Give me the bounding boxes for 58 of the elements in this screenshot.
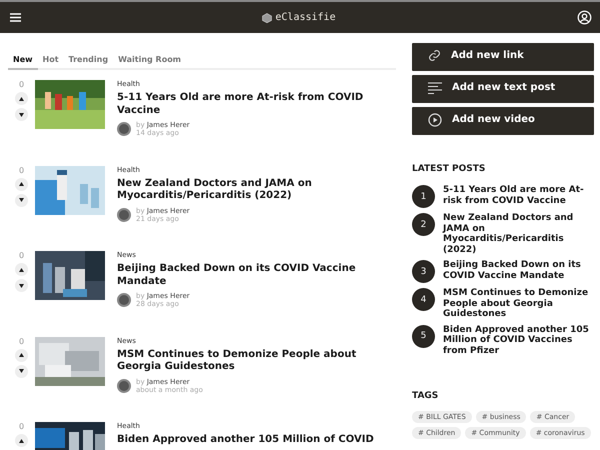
section-title: TAGS xyxy=(412,391,440,401)
site-logo[interactable]: eClassifie xyxy=(275,12,336,23)
upvote-button[interactable] xyxy=(15,263,28,276)
rank-number: 4 xyxy=(412,288,435,311)
add-post-button[interactable]: Add new text post xyxy=(412,75,594,103)
caret-up-icon xyxy=(19,96,24,100)
latest-post-link[interactable]: Biden Approved another 105 Million of COVID Vaccines from Pfizer xyxy=(443,324,594,356)
vote-count: 0 xyxy=(18,166,24,174)
user-icon[interactable] xyxy=(577,10,592,25)
vote-count: 0 xyxy=(18,336,24,346)
tab[interactable]: Waiting Room xyxy=(113,50,186,70)
vote-count: 0 xyxy=(18,422,24,431)
vote-count: 0 xyxy=(18,80,24,89)
caret-up-icon xyxy=(19,438,24,442)
menu-icon[interactable] xyxy=(10,13,21,22)
rank-number: 1 xyxy=(412,185,435,208)
caret-up-icon xyxy=(19,182,24,186)
rank-number: 5 xyxy=(412,324,435,348)
post-title[interactable]: MSM Continues to Demonize People about Georgia Guidestones xyxy=(117,348,389,374)
add-post-button[interactable]: Add new video xyxy=(412,107,594,135)
tab[interactable]: Hot xyxy=(38,50,64,70)
caret-down-icon xyxy=(19,284,24,288)
post-title[interactable]: Beijing Backed Down on its COVID Vaccine Mandate xyxy=(117,263,389,288)
downvote-button[interactable] xyxy=(15,364,28,378)
downvote-button[interactable] xyxy=(15,194,28,206)
latest-post-link[interactable]: Beijing Backed Down on its COVID Vaccine Mandate xyxy=(443,260,594,281)
caret-down-icon xyxy=(19,369,24,373)
link-icon xyxy=(428,49,441,62)
author-avatar xyxy=(117,378,131,392)
upvote-button[interactable] xyxy=(15,92,28,105)
cube-icon xyxy=(262,12,272,22)
post-title[interactable]: 5-11 Years Old are more At-risk from COVID Vaccine xyxy=(117,92,389,117)
caret-down-icon xyxy=(19,112,24,116)
downvote-button[interactable] xyxy=(15,279,28,292)
tab[interactable]: New xyxy=(8,50,38,70)
caret-up-icon xyxy=(19,268,24,272)
downvote-button[interactable] xyxy=(15,108,28,121)
latest-post-link[interactable]: MSM Continues to Demonize People about Georgia Guidestones xyxy=(443,288,594,320)
latest-post-link[interactable]: New Zealand Doctors and JAMA on Myocarditis/Pericarditis (2022) xyxy=(443,213,594,255)
post-title[interactable]: New Zealand Doctors and JAMA on Myocarditis/Pericarditis (2022) xyxy=(117,178,389,202)
author-avatar xyxy=(117,122,131,136)
tab[interactable]: Trending xyxy=(64,50,114,70)
play-icon xyxy=(428,112,442,126)
upvote-button[interactable] xyxy=(15,348,28,362)
vote-count: 0 xyxy=(18,251,24,260)
rank-number: 3 xyxy=(412,260,435,283)
text-lines-icon xyxy=(428,82,442,94)
author-avatar xyxy=(117,208,131,222)
upvote-button[interactable] xyxy=(15,434,28,447)
rank-number: 2 xyxy=(412,213,435,236)
author-avatar xyxy=(117,293,131,307)
latest-post-link[interactable]: 5-11 Years Old are more At-risk from COVID Vaccine xyxy=(443,185,594,206)
upvote-button[interactable] xyxy=(15,178,28,190)
caret-down-icon xyxy=(19,198,24,202)
add-post-button[interactable]: Add new link xyxy=(412,43,594,71)
caret-up-icon xyxy=(19,353,24,357)
section-title: LATEST POSTS xyxy=(412,164,486,174)
post-title[interactable]: Biden Approved another 105 Million of COVID xyxy=(117,434,389,446)
